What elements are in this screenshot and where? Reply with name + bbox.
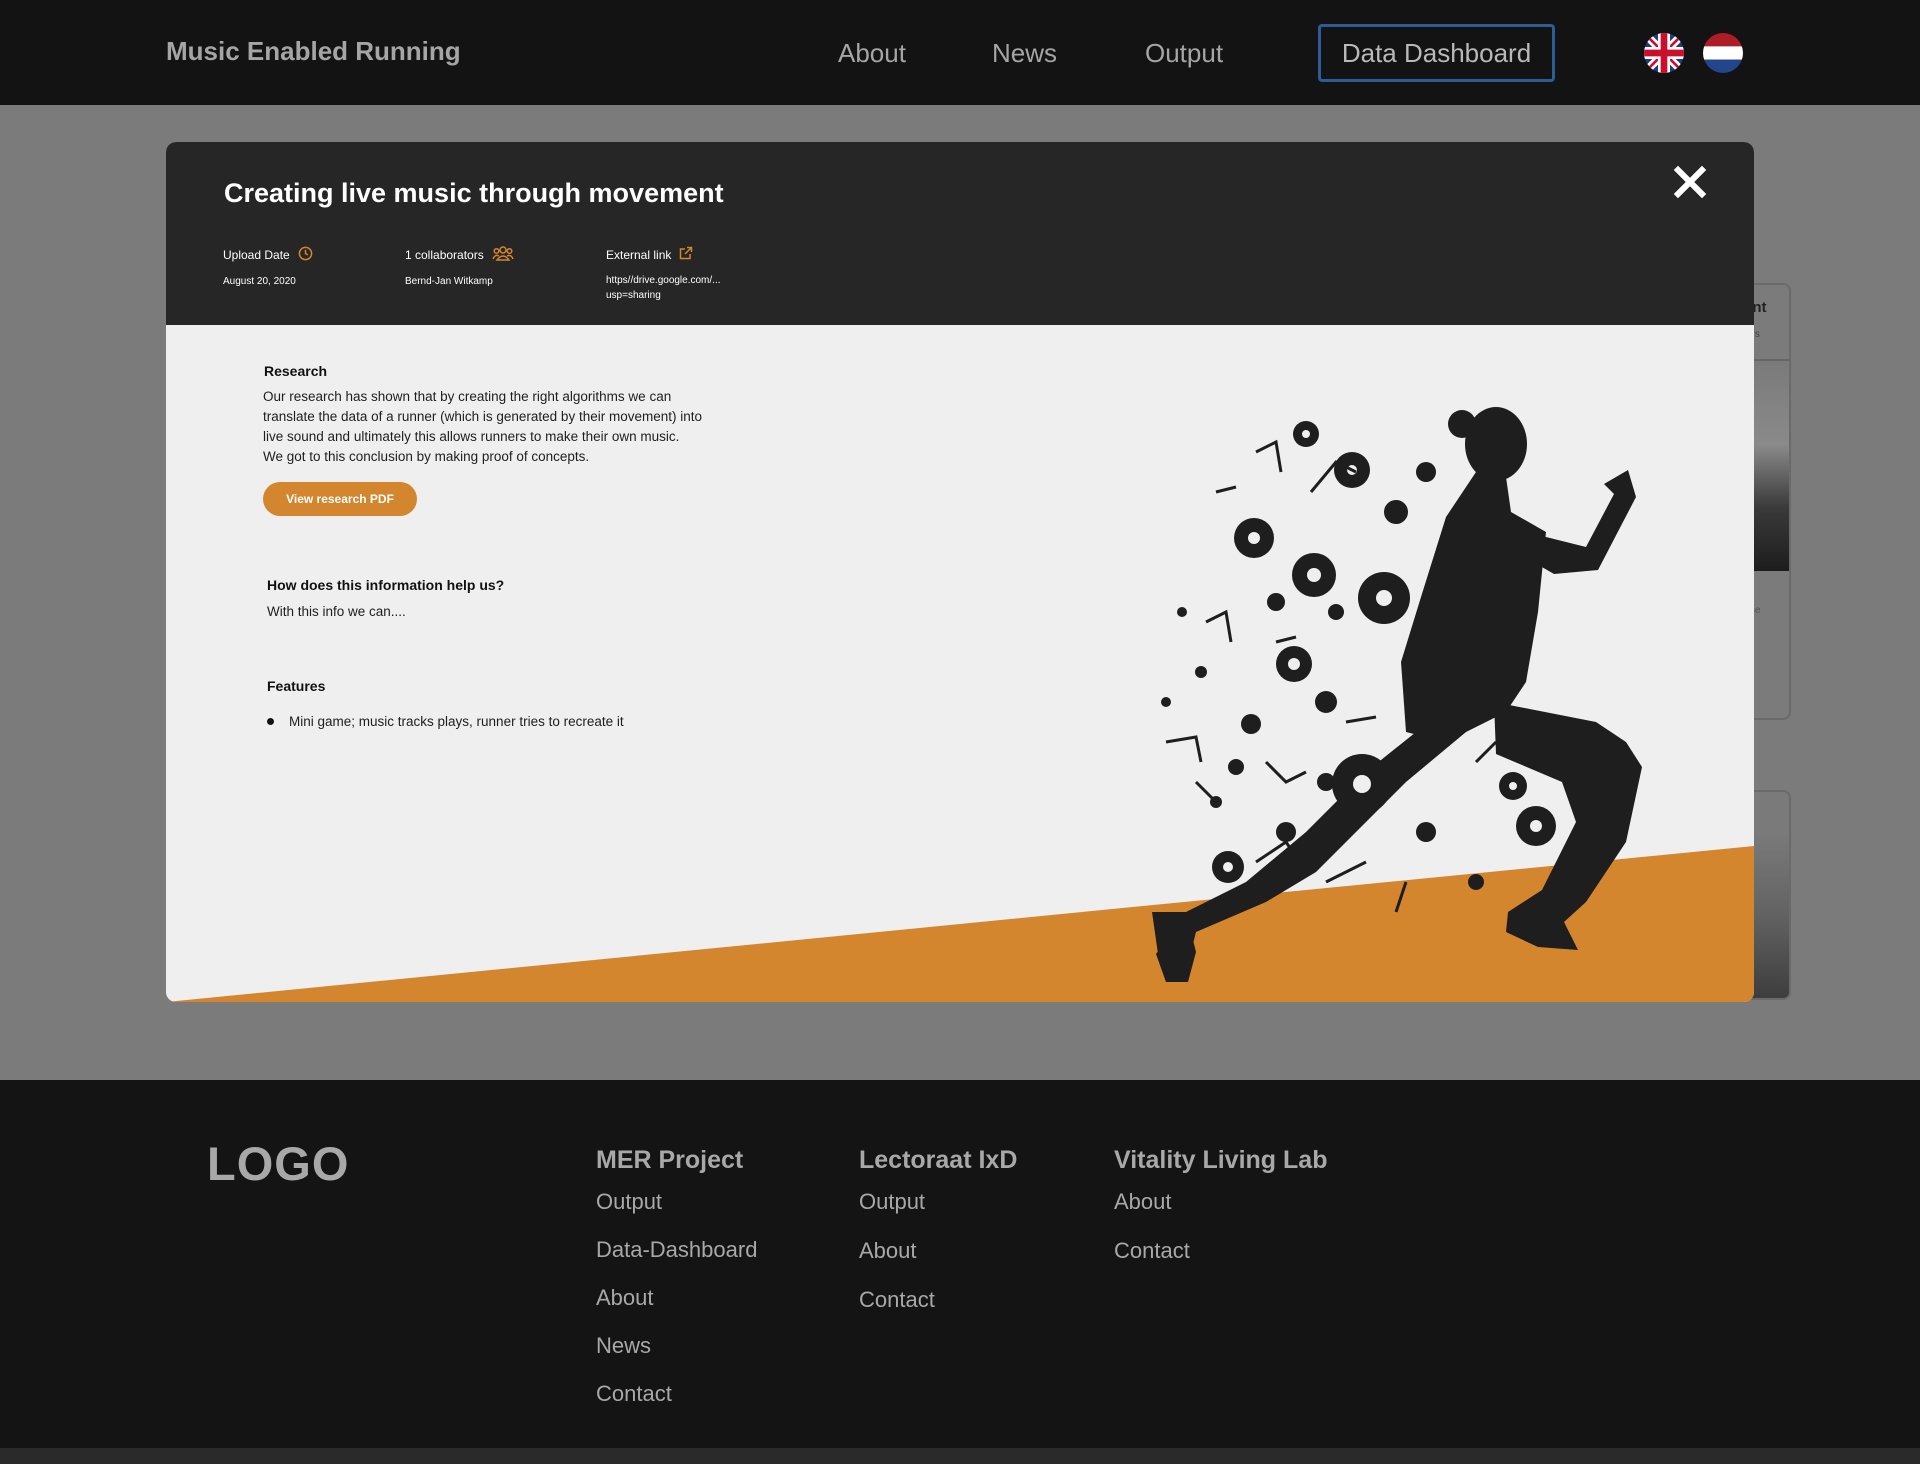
nav-news[interactable]: News	[992, 38, 1057, 69]
feature-text: Mini game; music tracks plays, runner tr…	[289, 714, 624, 729]
help-heading: How does this information help us?	[267, 577, 505, 593]
footer-heading-mer-project: MER Project	[596, 1146, 744, 1174]
brand-title[interactable]: Music Enabled Running	[166, 36, 461, 67]
footer-link-contact[interactable]: Contact	[1114, 1238, 1327, 1264]
footer-link-data-dashboard[interactable]: Data-Dashboard	[596, 1237, 757, 1263]
feature-list-item: Mini game; music tracks plays, runner tr…	[267, 714, 624, 729]
external-link-url-line-2[interactable]: usp=sharing	[606, 290, 661, 301]
close-icon[interactable]	[1672, 164, 1708, 200]
footer-link-output[interactable]: Output	[596, 1189, 757, 1215]
footer-column-vitality: Vitality Living Lab About Contact	[1114, 1146, 1327, 1287]
footer-heading-lectoraat: Lectoraat IxD	[859, 1146, 1018, 1174]
clock-icon	[298, 246, 313, 264]
help-text: With this info we can....	[267, 604, 406, 619]
footer: LOGO MER Project Output Data-Dashboard A…	[0, 1080, 1920, 1448]
research-line-2: translate the data of a runner (which is…	[263, 409, 702, 424]
research-heading: Research	[264, 363, 328, 379]
footer-column-lectoraat: Lectoraat IxD Output About Contact	[859, 1146, 1017, 1336]
modal-title: Creating live music through movement	[224, 178, 724, 208]
collaborators-label: 1 collaborators	[405, 248, 484, 262]
nav-about[interactable]: About	[838, 38, 906, 69]
external-link-meta[interactable]: External link https//drive.google.com/..…	[606, 246, 721, 303]
research-line-4: We got to this conclusion by making proo…	[263, 449, 590, 464]
footer-link-about[interactable]: About	[1114, 1189, 1327, 1215]
collaborators-meta: 1 collaborators Bernd-Jan Witkamp	[405, 246, 514, 289]
collaborator-name: Bernd-Jan Witkamp	[405, 276, 493, 287]
bullet-icon	[267, 718, 274, 725]
view-research-pdf-button[interactable]: View research PDF	[263, 482, 417, 516]
footer-link-output[interactable]: Output	[859, 1189, 1017, 1215]
upload-date-value: August 20, 2020	[223, 276, 296, 287]
top-navbar: Music Enabled Running About News Output …	[0, 0, 1920, 105]
external-link-label: External link	[606, 247, 672, 262]
upload-date-label: Upload Date	[223, 248, 290, 262]
footer-column-mer-project: MER Project Output Data-Dashboard About …	[596, 1146, 757, 1429]
english-flag-icon[interactable]	[1644, 33, 1684, 73]
research-paragraph: Our research has shown that by creating …	[263, 387, 783, 467]
footer-link-contact[interactable]: Contact	[596, 1381, 757, 1407]
footer-link-contact[interactable]: Contact	[859, 1287, 1017, 1313]
external-link-url[interactable]: https//drive.google.com/... usp=sharing	[606, 273, 721, 303]
footer-link-about[interactable]: About	[859, 1238, 1017, 1264]
features-heading: Features	[267, 678, 326, 694]
users-icon	[492, 246, 514, 264]
footer-link-news[interactable]: News	[596, 1333, 757, 1359]
footer-heading-vitality: Vitality Living Lab	[1114, 1146, 1328, 1174]
nav-output[interactable]: Output	[1145, 38, 1223, 69]
modal-header: Creating live music through movement Upl…	[166, 142, 1754, 325]
research-line-1: Our research has shown that by creating …	[263, 389, 672, 404]
external-link-icon[interactable]	[679, 246, 693, 263]
footer-link-about[interactable]: About	[596, 1285, 757, 1311]
research-line-3: live sound and ultimately this allows ru…	[263, 429, 680, 444]
nav-data-dashboard-button[interactable]: Data Dashboard	[1318, 24, 1555, 82]
footer-logo[interactable]: LOGO	[207, 1136, 349, 1191]
project-detail-modal: Creating live music through movement Upl…	[166, 142, 1754, 1002]
upload-date-meta: Upload Date August 20, 2020	[223, 246, 313, 289]
external-link-url-line-1[interactable]: https//drive.google.com/...	[606, 275, 721, 286]
footer-bottom-bar	[0, 1448, 1920, 1464]
dutch-flag-icon[interactable]	[1703, 33, 1743, 73]
